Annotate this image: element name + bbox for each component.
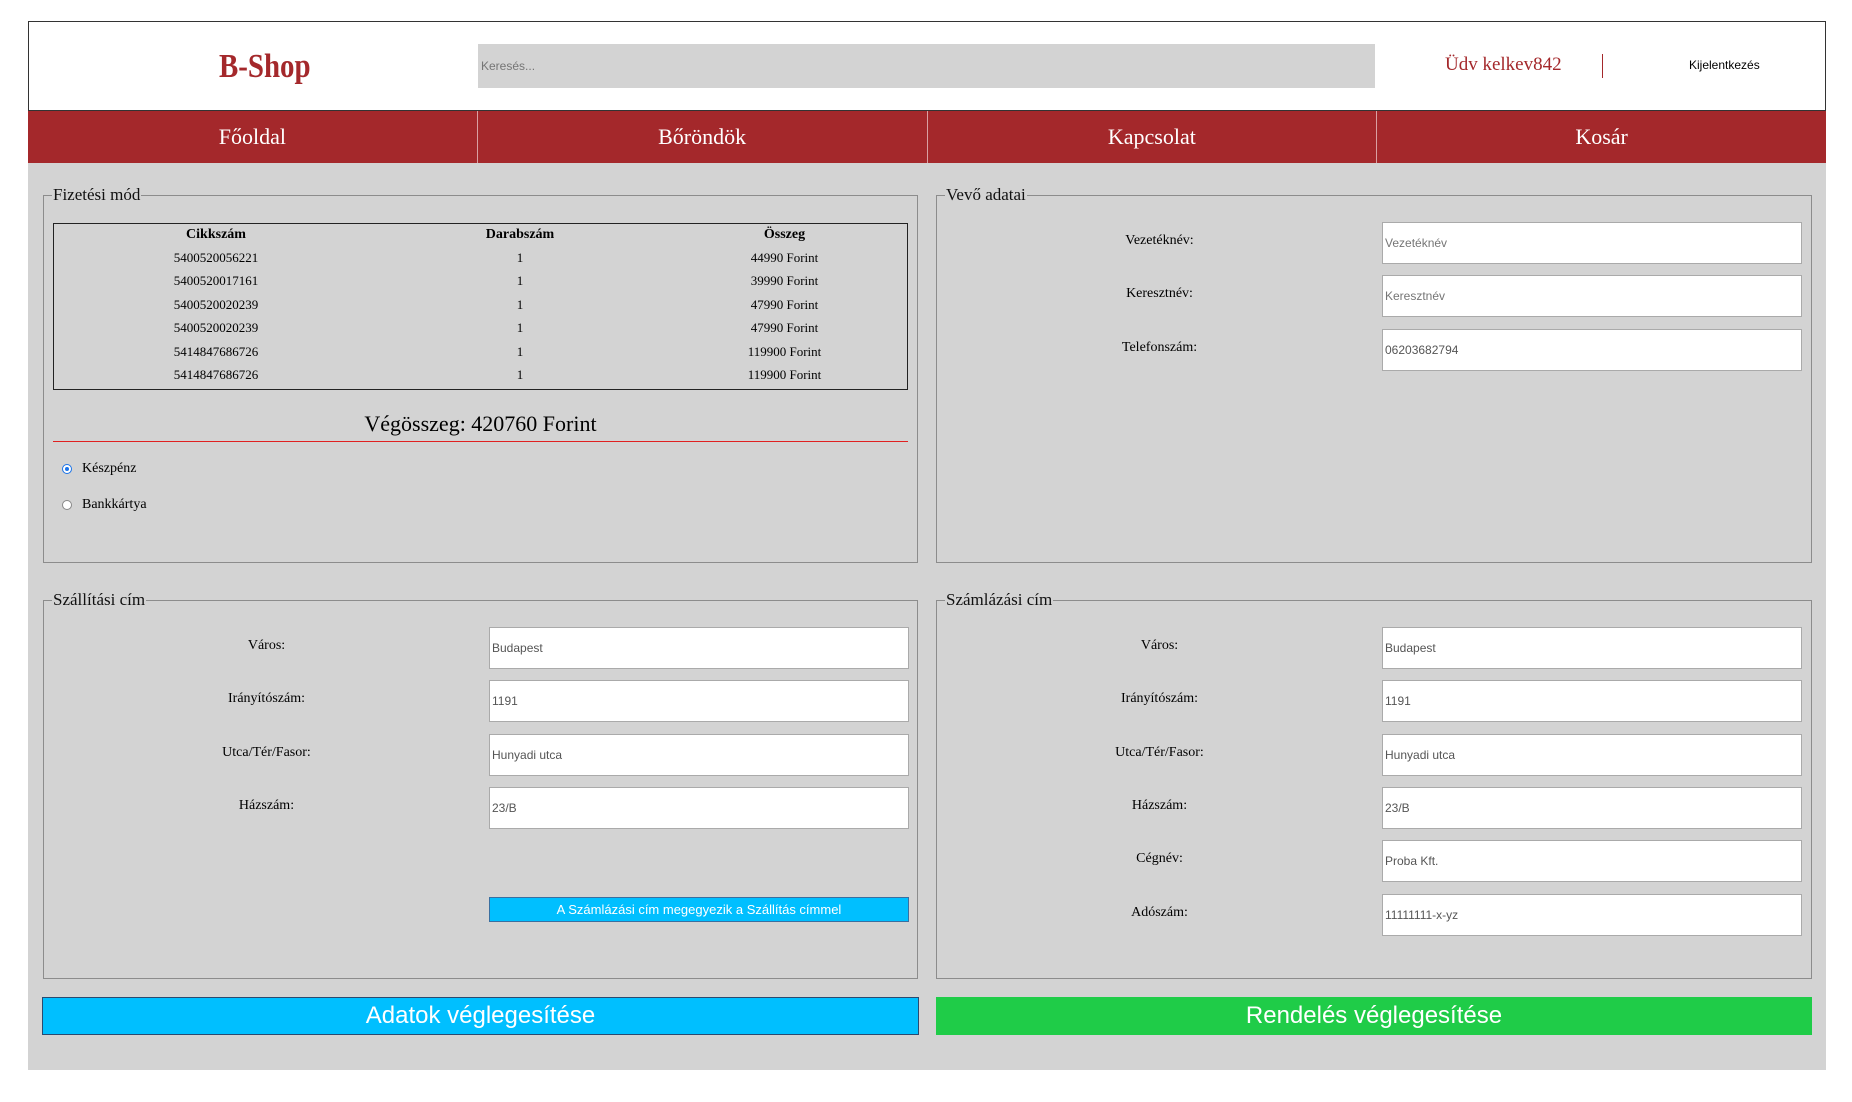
nav-item-contact[interactable]: Kapcsolat: [928, 111, 1378, 163]
billing-house-number-input[interactable]: [1382, 787, 1802, 829]
radio-unselected-icon[interactable]: [62, 500, 72, 510]
cell-sku: 5400520020239: [173, 296, 259, 312]
table-row: 5400520020239 1 47990 Forint: [54, 317, 907, 341]
main-nav: Főoldal Bőröndök Kapcsolat Kosár: [28, 111, 1826, 163]
radio-selected-icon[interactable]: [62, 464, 72, 474]
cell-sku: 5400520017161: [173, 273, 259, 289]
payment-option-label: Készpénz: [82, 461, 137, 476]
payment-option-card[interactable]: Bankkártya: [62, 497, 147, 513]
shipping-address-legend: Szállítási cím: [53, 590, 146, 609]
cart-table-header: Cikkszám Darabszám Összeg: [54, 224, 907, 246]
cell-amount: 119900 Forint: [747, 343, 822, 359]
cell-sku: 5414847686726: [173, 367, 259, 383]
shipping-city-label: Város:: [247, 638, 286, 653]
billing-city-label: Város:: [1140, 638, 1179, 653]
billing-city-input[interactable]: [1382, 627, 1802, 669]
cell-amount: 47990 Forint: [750, 320, 819, 336]
shipping-zip-input[interactable]: [489, 680, 909, 722]
cell-amount: 39990 Forint: [750, 273, 819, 289]
shipping-street-label: Utca/Tér/Fasor:: [222, 745, 311, 760]
payment-method-section: Fizetési mód Cikkszám Darabszám Összeg 5…: [43, 185, 918, 563]
billing-street-label: Utca/Tér/Fasor:: [1115, 745, 1204, 760]
cell-quantity: 1: [516, 320, 524, 336]
last-name-label: Vezetéknév:: [1125, 233, 1194, 248]
shipping-street-input[interactable]: [489, 734, 909, 776]
company-name-label: Cégnév:: [1136, 851, 1183, 866]
billing-house-number-label: Házszám:: [1131, 798, 1188, 813]
logout-link[interactable]: Kijelentkezés: [1689, 58, 1760, 72]
phone-label: Telefonszám:: [1121, 340, 1198, 355]
company-name-input[interactable]: [1382, 840, 1802, 882]
shipping-address-section: Szállítási cím Város: Irányítószám: Utca…: [43, 590, 918, 979]
col-header-quantity: Darabszám: [485, 227, 555, 242]
col-header-amount: Összeg: [763, 227, 806, 242]
table-row: 5400520020239 1 47990 Forint: [54, 293, 907, 317]
user-greeting: Üdv kelkev842: [1445, 54, 1562, 75]
table-row: 5400520056221 1 44990 Forint: [54, 246, 907, 270]
cell-amount: 119900 Forint: [747, 367, 822, 383]
cell-quantity: 1: [516, 343, 524, 359]
shipping-house-number-input[interactable]: [489, 787, 909, 829]
cell-quantity: 1: [516, 273, 524, 289]
header-divider: [1602, 54, 1603, 78]
cell-quantity: 1: [516, 249, 524, 265]
grand-total: Végösszeg: 420760 Forint: [53, 411, 908, 442]
copy-shipping-to-billing-button[interactable]: A Számlázási cím megegyezik a Szállítás …: [489, 897, 909, 922]
col-header-sku: Cikkszám: [186, 227, 246, 242]
first-name-input[interactable]: [1382, 275, 1802, 317]
shipping-city-input[interactable]: [489, 627, 909, 669]
cell-amount: 44990 Forint: [750, 249, 819, 265]
logo[interactable]: B-Shop: [219, 48, 311, 86]
header: B-Shop Üdv kelkev842 Kijelentkezés: [28, 21, 1826, 111]
payment-option-label: Bankkártya: [82, 497, 147, 512]
cell-quantity: 1: [516, 367, 524, 383]
cell-sku: 5400520020239: [173, 320, 259, 336]
tax-number-label: Adószám:: [1131, 905, 1188, 920]
table-row: 5414847686726 1 119900 Forint: [54, 364, 907, 388]
page: B-Shop Üdv kelkev842 Kijelentkezés Főold…: [28, 21, 1826, 1070]
last-name-input[interactable]: [1382, 222, 1802, 264]
cell-sku: 5400520056221: [173, 249, 259, 265]
billing-address-legend: Számlázási cím: [946, 590, 1053, 609]
cell-amount: 47990 Forint: [750, 296, 819, 312]
shipping-zip-label: Irányítószám:: [228, 691, 305, 706]
nav-item-cart[interactable]: Kosár: [1377, 111, 1826, 163]
cart-table-box: Cikkszám Darabszám Összeg 5400520056221 …: [53, 223, 908, 390]
first-name-label: Keresztnév:: [1126, 286, 1193, 301]
tax-number-input[interactable]: [1382, 894, 1802, 936]
nav-item-home[interactable]: Főoldal: [28, 111, 478, 163]
cell-quantity: 1: [516, 296, 524, 312]
finalize-order-button[interactable]: Rendelés véglegesítése: [936, 997, 1812, 1035]
cart-table: Cikkszám Darabszám Összeg 5400520056221 …: [54, 224, 907, 387]
shipping-house-number-label: Házszám:: [238, 798, 295, 813]
billing-zip-label: Irányítószám:: [1121, 691, 1198, 706]
buyer-details-legend: Vevő adatai: [946, 185, 1026, 204]
table-row: 5414847686726 1 119900 Forint: [54, 340, 907, 364]
billing-street-input[interactable]: [1382, 734, 1802, 776]
billing-address-section: Számlázási cím Város: Irányítószám: Utca…: [936, 590, 1812, 979]
buyer-details-section: Vevő adatai Vezetéknév: Keresztnév: Tele…: [936, 185, 1812, 563]
cell-sku: 5414847686726: [173, 343, 259, 359]
phone-input[interactable]: [1382, 329, 1802, 371]
checkout-content: Fizetési mód Cikkszám Darabszám Összeg 5…: [28, 163, 1826, 1070]
payment-option-cash[interactable]: Készpénz: [62, 461, 136, 477]
payment-method-legend: Fizetési mód: [53, 185, 141, 204]
billing-zip-input[interactable]: [1382, 680, 1802, 722]
table-row: 5400520017161 1 39990 Forint: [54, 270, 907, 294]
nav-item-suitcases[interactable]: Bőröndök: [478, 111, 928, 163]
search-input[interactable]: [478, 44, 1375, 88]
finalize-data-button[interactable]: Adatok véglegesítése: [42, 997, 919, 1035]
